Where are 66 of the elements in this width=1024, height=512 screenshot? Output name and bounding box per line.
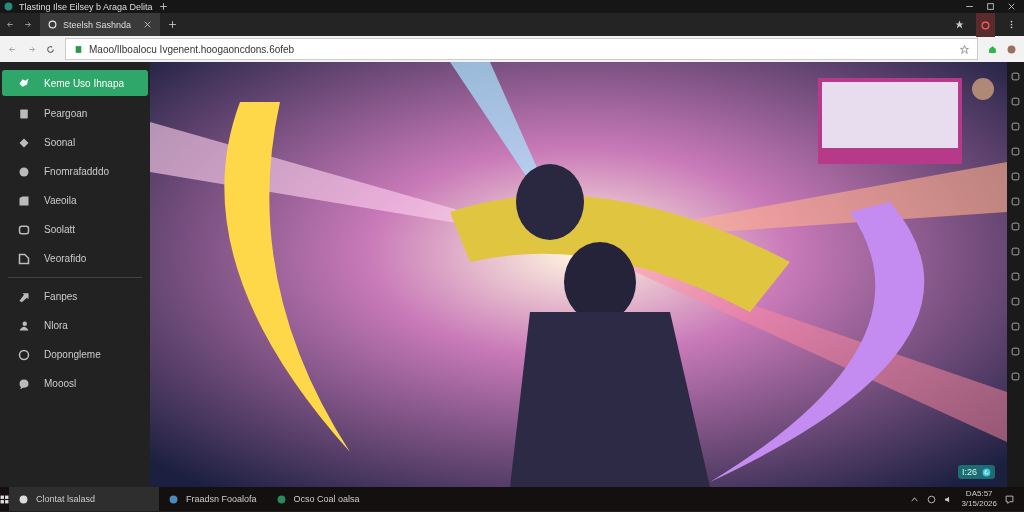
panel-tool-icon[interactable] (1011, 72, 1020, 81)
browser-tab[interactable]: Steelsh Sashnda (40, 13, 160, 36)
app-icon (169, 494, 178, 504)
sidebar-item[interactable]: Fnomrafadddo (2, 157, 148, 186)
site-icon (48, 20, 57, 29)
sidebar-item-icon (18, 165, 30, 178)
sidebar-item-icon (18, 290, 30, 303)
clock-time: DA5:57 (965, 489, 993, 499)
sidebar-item[interactable]: Veorafido (2, 244, 148, 273)
sidebar-item-icon (18, 136, 30, 149)
avatar-icon[interactable] (1007, 44, 1016, 54)
sidebar-item-icon (18, 252, 30, 265)
extension-button[interactable] (976, 12, 995, 37)
close-icon[interactable] (143, 20, 152, 29)
panel-tool-icon[interactable] (1011, 97, 1020, 106)
new-window-icon[interactable] (158, 2, 168, 11)
refresh-icon (982, 467, 991, 477)
start-icon[interactable] (0, 494, 9, 504)
clock-date: 3/15/2026 (961, 499, 997, 509)
timer-badge[interactable]: I:26 (958, 465, 995, 479)
sidebar-item-icon (18, 348, 30, 361)
panel-tool-icon[interactable] (1011, 322, 1020, 331)
home-icon[interactable] (988, 44, 997, 54)
sidebar-item-icon (18, 223, 30, 236)
ring-icon (981, 20, 990, 30)
sidebar-item[interactable]: Nlora (2, 311, 148, 340)
panel-tool-icon[interactable] (1011, 172, 1020, 181)
bookmark-star-icon[interactable] (960, 44, 969, 54)
notification-icon[interactable] (1005, 494, 1014, 504)
sidebar-item[interactable]: Vaeoila (2, 186, 148, 215)
sidebar-item-icon (18, 377, 30, 390)
sidebar-item-icon (18, 194, 30, 207)
window-title: Tlasting Ilse Eilsey b Araga Delita (19, 1, 153, 12)
maximize-icon[interactable] (986, 2, 995, 11)
app-icon (276, 494, 286, 504)
panel-tool-icon[interactable] (1011, 347, 1020, 356)
chevron-up-icon[interactable] (910, 494, 920, 504)
address-field[interactable]: Maoo/Ilboalocu Ivgenent.hoogaoncdons.6ofeb (65, 38, 978, 60)
panel-tool-icon[interactable] (1011, 147, 1020, 156)
new-tab-icon[interactable] (168, 20, 177, 29)
taskbar-item[interactable]: Clontat lsalasd (9, 487, 159, 511)
close-icon[interactable] (1007, 2, 1016, 11)
sidebar-item[interactable]: Mooosl (2, 369, 148, 398)
sidebar-item[interactable]: Soonal (2, 128, 148, 157)
sidebar-item[interactable]: Soolatt (2, 215, 148, 244)
sidebar-item[interactable]: Fanpes (2, 282, 148, 311)
back-icon[interactable] (6, 20, 15, 29)
forward-icon[interactable] (23, 20, 32, 29)
extension-icon[interactable] (955, 20, 964, 29)
panel-tool-icon[interactable] (1011, 247, 1020, 256)
taskbar-item[interactable]: Ocso Coal oalsa (266, 487, 370, 511)
sidebar-item[interactable]: Peargoan (2, 99, 148, 128)
sidebar-item-icon (18, 77, 30, 89)
browser-logo-icon (4, 2, 13, 11)
panel-tool-icon[interactable] (1011, 372, 1020, 381)
app-icon (19, 494, 28, 504)
panel-tool-icon[interactable] (1011, 297, 1020, 306)
sidebar-item[interactable]: Dopongleme (2, 340, 148, 369)
sidebar-item-icon (18, 107, 30, 120)
taskbar-item[interactable]: Fraadsn Fooalofa (159, 487, 267, 511)
panel-tool-icon[interactable] (1011, 222, 1020, 231)
sidebar-item-icon (18, 319, 30, 332)
panel-tool-icon[interactable] (1011, 272, 1020, 281)
panel-tool-icon[interactable] (1011, 122, 1020, 131)
panel-tool-icon[interactable] (1011, 197, 1020, 206)
reload-icon[interactable] (46, 44, 55, 54)
